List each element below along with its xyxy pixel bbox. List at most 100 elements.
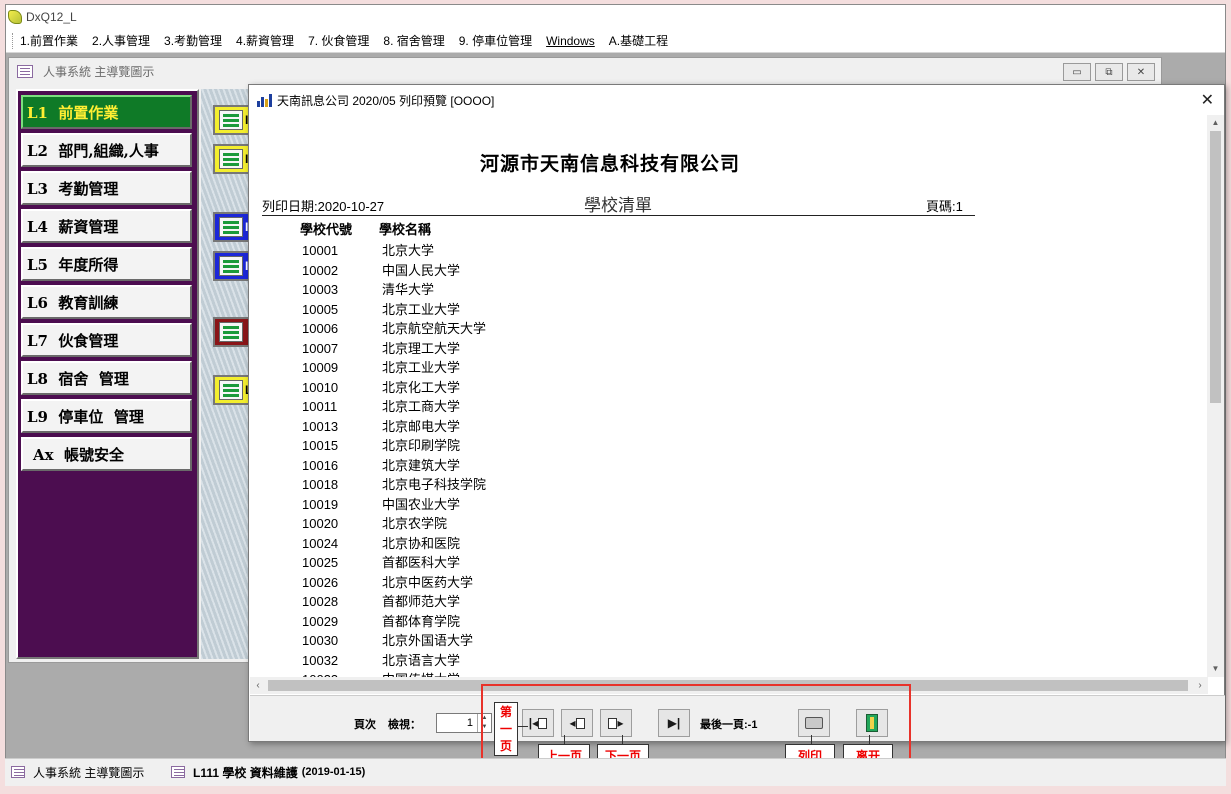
scroll-right-icon[interactable]: › [1192, 677, 1208, 694]
menu-item-meals[interactable]: 7. 伙食管理 [308, 32, 369, 49]
mdi-taskbar: 人事系統 主導覽圖示 L111 學校 資料維護 (2019-01-15) [5, 758, 1226, 786]
nav-l1-front[interactable]: L1 前置作業 [21, 95, 192, 129]
hr-window-title: 人事系統 主導覽圖示 [43, 64, 155, 79]
table-row: 10019 中国农业大学 [302, 495, 582, 515]
school-code: 10010 [302, 379, 339, 395]
list-icon [219, 380, 243, 400]
school-name: 北京外国语大学 [382, 633, 474, 648]
table-row: 10002 中国人民大学 [302, 261, 582, 281]
list-icon [219, 217, 243, 237]
school-code: 10030 [302, 633, 339, 648]
callout-connector [518, 726, 528, 727]
nav-l8-dorm[interactable]: L8 宿舍 管理 [21, 361, 192, 395]
school-code: 10009 [302, 360, 339, 375]
scroll-up-icon[interactable]: ▲ [1207, 115, 1224, 131]
table-row: 10013 北京邮电大学 [302, 417, 582, 437]
menu-item-base[interactable]: A.基礎工程 [609, 32, 668, 49]
table-row: 10015 北京印刷学院 [302, 436, 582, 456]
table-row: 10007 北京理工大学 [302, 339, 582, 359]
school-name: 清华大学 [382, 282, 435, 297]
school-name: 北京化工大学 [382, 379, 461, 395]
hr-window-titlebar: 人事系統 主導覽圖示 ▭ ⧉ ✕ [9, 58, 1161, 84]
task-hr-system[interactable]: 人事系統 主導覽圖示 [11, 762, 144, 782]
menu-grip [12, 32, 14, 49]
nav-l7-meals[interactable]: L7 伙食管理 [21, 323, 192, 357]
nav-l5-income[interactable]: L5 年度所得 [21, 247, 192, 281]
school-name: 北京中医药大学 [382, 574, 474, 590]
menu-item-windows[interactable]: Windows [546, 34, 595, 48]
scroll-down-icon[interactable]: ▼ [1207, 661, 1224, 677]
table-row: 10018 北京电子科技学院 [302, 475, 582, 495]
school-name: 北京语言大学 [382, 652, 461, 668]
school-code: 10006 [302, 321, 339, 336]
table-row: 10006 北京航空航天大学 [302, 319, 582, 339]
callout-connector [622, 735, 623, 744]
school-code: 10020 [302, 516, 339, 531]
school-name: 北京农学院 [382, 516, 448, 531]
nav-l3-attendance[interactable]: L3 考勤管理 [21, 171, 192, 205]
task-label: 人事系統 主導覽圖示 [33, 765, 145, 780]
table-row: 10003 清华大学 [302, 280, 582, 300]
list-icon [219, 322, 243, 342]
report-title: 學校清單 [584, 196, 652, 216]
close-button[interactable]: ✕ [1127, 63, 1155, 81]
school-code: 10032 [302, 652, 339, 668]
callout-connector [811, 735, 812, 744]
chart-icon [257, 93, 273, 107]
nav-l2-org[interactable]: L2 部門,組織,人事 [21, 133, 192, 167]
menu-item-parking[interactable]: 9. 停車位管理 [459, 32, 532, 49]
report-page-number: 頁碼:1 [926, 199, 963, 214]
menu-item-payroll[interactable]: 4.薪資管理 [236, 32, 294, 49]
table-row: 10032 北京语言大学 [302, 651, 582, 671]
menu-item-dorm[interactable]: 8. 宿舍管理 [383, 32, 444, 49]
report-company: 河源市天南信息科技有限公司 [480, 153, 741, 175]
nav-l6-training[interactable]: L6 教育訓練 [21, 285, 192, 319]
restore-button[interactable]: ⧉ [1095, 63, 1123, 81]
school-name: 北京大学 [382, 243, 435, 258]
callout-connector [564, 735, 565, 744]
menu-item-hr[interactable]: 2.人事管理 [92, 32, 150, 49]
scroll-left-icon[interactable]: ‹ [250, 677, 266, 694]
nav-l9-parking[interactable]: L9 停車位 管理 [21, 399, 192, 433]
scroll-thumb[interactable] [1210, 131, 1221, 403]
school-code: 10002 [302, 262, 339, 278]
minimize-button[interactable]: ▭ [1063, 63, 1091, 81]
nav-l4-payroll[interactable]: L4 薪資管理 [21, 209, 192, 243]
school-code: 10028 [302, 594, 339, 609]
module-nav-panel: L1 前置作業 L2 部門,組織,人事 L3 考勤管理 L4 薪資管理 L5 年… [16, 89, 199, 659]
school-name: 首都师范大学 [382, 594, 461, 609]
table-row: 10020 北京农学院 [302, 514, 582, 534]
school-code: 10019 [302, 496, 339, 512]
app-icon [8, 10, 22, 24]
list-icon [219, 110, 243, 130]
preview-title: 天南訊息公司 2020/05 列印預覽 [OOOO] [277, 93, 495, 108]
task-school-maintenance[interactable]: L111 學校 資料維護 (2019-01-15) [171, 762, 365, 782]
school-name: 中国传媒大学 [382, 670, 582, 677]
report-print-date: 列印日期:2020-10-27 [262, 199, 385, 214]
nav-ax-security[interactable]: Ax 帳號安全 [21, 437, 192, 471]
table-row: 10016 北京建筑大学 [302, 456, 582, 476]
school-name: 北京工业大学 [382, 301, 461, 317]
table-row: 10009 北京工业大学 [302, 358, 582, 378]
school-code: 10016 [302, 457, 339, 473]
table-row: 10033中国传媒大学 [302, 670, 582, 677]
app-titlebar: DxQ12_L [6, 5, 1225, 29]
task-date: (2019-01-15) [301, 766, 366, 778]
page-label: 頁次 [354, 719, 376, 731]
form-icon [11, 766, 25, 778]
table-row: 10025 首都医科大学 [302, 553, 582, 573]
table-row: 10010 北京化工大学 [302, 378, 582, 398]
school-name: 北京工业大学 [382, 360, 461, 375]
column-header-code: 學校代號 [300, 222, 353, 237]
close-icon[interactable]: ✕ [1201, 90, 1214, 110]
table-row: 10024 北京协和医院 [302, 534, 582, 554]
school-code: 10018 [302, 477, 339, 492]
school-name: 首都体育学院 [382, 613, 461, 629]
school-code: 10015 [302, 438, 339, 453]
school-code: 10026 [302, 574, 339, 590]
menu-item-attendance[interactable]: 3.考勤管理 [164, 32, 222, 49]
menu-item-front[interactable]: 1.前置作業 [20, 32, 78, 49]
table-row: 10001 北京大学 [302, 241, 582, 261]
vertical-scrollbar[interactable]: ▲ ▼ [1207, 115, 1224, 677]
school-code: 10033 [302, 670, 382, 677]
